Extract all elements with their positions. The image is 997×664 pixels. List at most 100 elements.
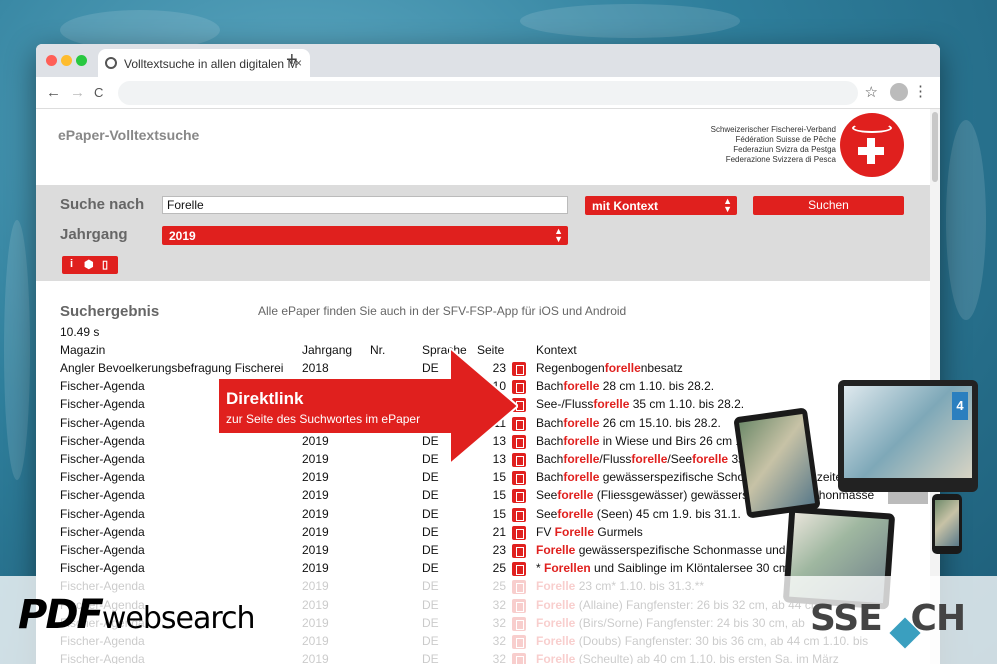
back-arrow-icon[interactable]: ← xyxy=(46,84,61,101)
pdfwebsearch-logo: PDFwebsearch xyxy=(18,592,256,638)
language-cell: DE xyxy=(422,470,439,485)
magazine-cell: Fischer-Agenda xyxy=(60,506,145,521)
search-input[interactable] xyxy=(162,196,568,214)
context-text: See xyxy=(536,506,558,521)
open-page-icon[interactable] xyxy=(512,507,526,522)
magazine-cell: Fischer-Agenda xyxy=(60,524,145,539)
page-cell: 15 xyxy=(492,506,506,521)
callout-subtitle: zur Seite des Suchwortes im ePaper xyxy=(226,412,421,426)
magazine-cell: Fischer-Agenda xyxy=(60,561,145,576)
search-hit: forelle xyxy=(563,470,600,485)
search-hit: forelle xyxy=(557,506,594,521)
context-text: /Fluss xyxy=(599,452,632,466)
open-page-icon[interactable] xyxy=(512,544,526,558)
search-hit: forelle xyxy=(563,433,600,448)
account-avatar-icon[interactable] xyxy=(890,83,908,101)
context-text: gewässerspezifische Schonmasse und xyxy=(575,543,786,557)
language-cell: DE xyxy=(422,488,439,503)
browser-menu-icon[interactable]: ⋮ xyxy=(913,82,928,100)
mobile-icon[interactable]: ▯ xyxy=(102,258,108,271)
context-text: nbesatz xyxy=(640,361,683,375)
smartphone-device xyxy=(932,494,962,554)
year-select-value: 2019 xyxy=(169,229,196,243)
context-text: 26 cm 15.10. bis 28.2. xyxy=(599,415,721,430)
brand-sse: SSE xyxy=(810,598,883,639)
magazine-cell: Fischer-Agenda xyxy=(60,470,145,485)
maximize-window-dot[interactable] xyxy=(76,55,87,66)
tablet-screen xyxy=(739,413,815,513)
column-header-magazine: Magazin xyxy=(60,343,106,357)
context-cell: Bachforelle 26 cm 15.10. bis 28.2. xyxy=(536,416,721,430)
year-select[interactable]: 2019 ▲ ▼ xyxy=(162,226,568,245)
language-cell: DE xyxy=(422,524,439,539)
tablet-device xyxy=(733,407,821,519)
close-window-dot[interactable] xyxy=(46,55,57,66)
language-cell: DE xyxy=(422,506,439,521)
context-text: (Fliessgewässer) gewässerspezifische Sch… xyxy=(593,488,875,503)
page-cell: 23 xyxy=(492,543,506,557)
callout-title: Direktlink xyxy=(226,389,304,408)
page-cell: 25 xyxy=(492,561,506,576)
android-icon[interactable]: ⬢ xyxy=(84,258,94,271)
app-availability-note: Alle ePaper finden Sie auch in der SFV-F… xyxy=(258,304,627,318)
browser-tab[interactable]: Volltextsuche in allen digitalen M × xyxy=(98,49,310,77)
context-cell: * Forellen und Saiblinge im Klöntalersee… xyxy=(536,561,789,575)
search-hit: forelle xyxy=(557,488,594,503)
context-cell: Forelle gewässerspezifische Schonmasse u… xyxy=(536,543,785,557)
context-text: und Saiblinge im Klöntalersee 30 cm xyxy=(590,561,789,576)
tab-bar: Volltextsuche in allen digitalen M × + xyxy=(36,44,940,77)
column-header-context: Kontext xyxy=(536,343,577,357)
site-title: ePaper-Volltextsuche xyxy=(58,127,200,143)
context-text: (Seen) 45 cm 1.9. bis 31.1. xyxy=(593,506,741,521)
year-cell: 2019 xyxy=(302,561,329,576)
forward-arrow-icon[interactable]: → xyxy=(70,84,85,101)
context-cell: FV Forelle Gurmels xyxy=(536,525,643,539)
context-text: Bach xyxy=(536,470,564,485)
search-hit: Forellen xyxy=(544,561,591,576)
bookmark-star-icon[interactable]: ☆ xyxy=(865,83,878,101)
swiss-cross-icon-vertical xyxy=(867,138,875,164)
search-duration: 10.49 s xyxy=(60,325,100,339)
smartphone-screen xyxy=(935,500,959,546)
year-cell: 2019 xyxy=(302,506,329,521)
sse-logo: SSE .CH xyxy=(810,598,966,639)
search-hit: forelle xyxy=(563,415,600,430)
info-icon[interactable]: i xyxy=(70,258,73,270)
context-text: 35 cm 1.10. bis 28.2. xyxy=(629,397,745,412)
search-hit: forelle xyxy=(631,452,668,466)
context-select[interactable]: mit Kontext ▲ ▼ xyxy=(585,196,737,215)
water-highlight xyxy=(946,120,986,320)
search-hit: forelle xyxy=(692,452,729,466)
magazine-cell: Fischer-Agenda xyxy=(60,433,145,448)
page-cell: 21 xyxy=(492,524,506,539)
search-hit: forelle xyxy=(563,379,600,394)
organisation-names: Schweizerischer Fischerei-Verband Fédéra… xyxy=(711,125,836,165)
year-label: Jahrgang xyxy=(60,226,128,243)
app-links: i ⬢ ▯ xyxy=(62,256,118,274)
context-text: /See xyxy=(667,452,693,466)
open-page-icon[interactable] xyxy=(512,525,526,540)
year-cell: 2019 xyxy=(302,488,329,503)
language-cell: DE xyxy=(422,561,439,576)
scrollbar-thumb[interactable] xyxy=(932,112,938,182)
context-cell: Regenbogenforellenbesatz xyxy=(536,361,683,375)
tab-title: Volltextsuche in allen digitalen M xyxy=(124,57,298,71)
address-bar[interactable] xyxy=(118,81,858,105)
context-cell: See-/Flussforelle 35 cm 1.10. bis 28.2. xyxy=(536,397,744,411)
new-tab-button[interactable]: + xyxy=(286,49,298,72)
context-cell: Seeforelle (Seen) 45 cm 1.9. bis 31.1. xyxy=(536,507,741,521)
open-page-icon[interactable] xyxy=(512,471,526,486)
open-page-icon[interactable] xyxy=(512,562,526,577)
search-hit: forelle xyxy=(563,452,600,466)
open-page-icon[interactable] xyxy=(512,489,526,504)
context-text: Bach xyxy=(536,433,564,448)
reload-icon[interactable]: C xyxy=(94,85,103,100)
context-text: See xyxy=(536,488,558,503)
select-arrows-icon: ▲ ▼ xyxy=(554,226,563,244)
minimize-window-dot[interactable] xyxy=(61,55,72,66)
magazine-cell: Fischer-Agenda xyxy=(60,488,145,503)
magazine-cell: Fischer-Agenda xyxy=(60,379,145,394)
context-text: Bach xyxy=(536,452,564,466)
search-button[interactable]: Suchen xyxy=(753,196,904,215)
query-label: Suche nach xyxy=(60,196,145,213)
